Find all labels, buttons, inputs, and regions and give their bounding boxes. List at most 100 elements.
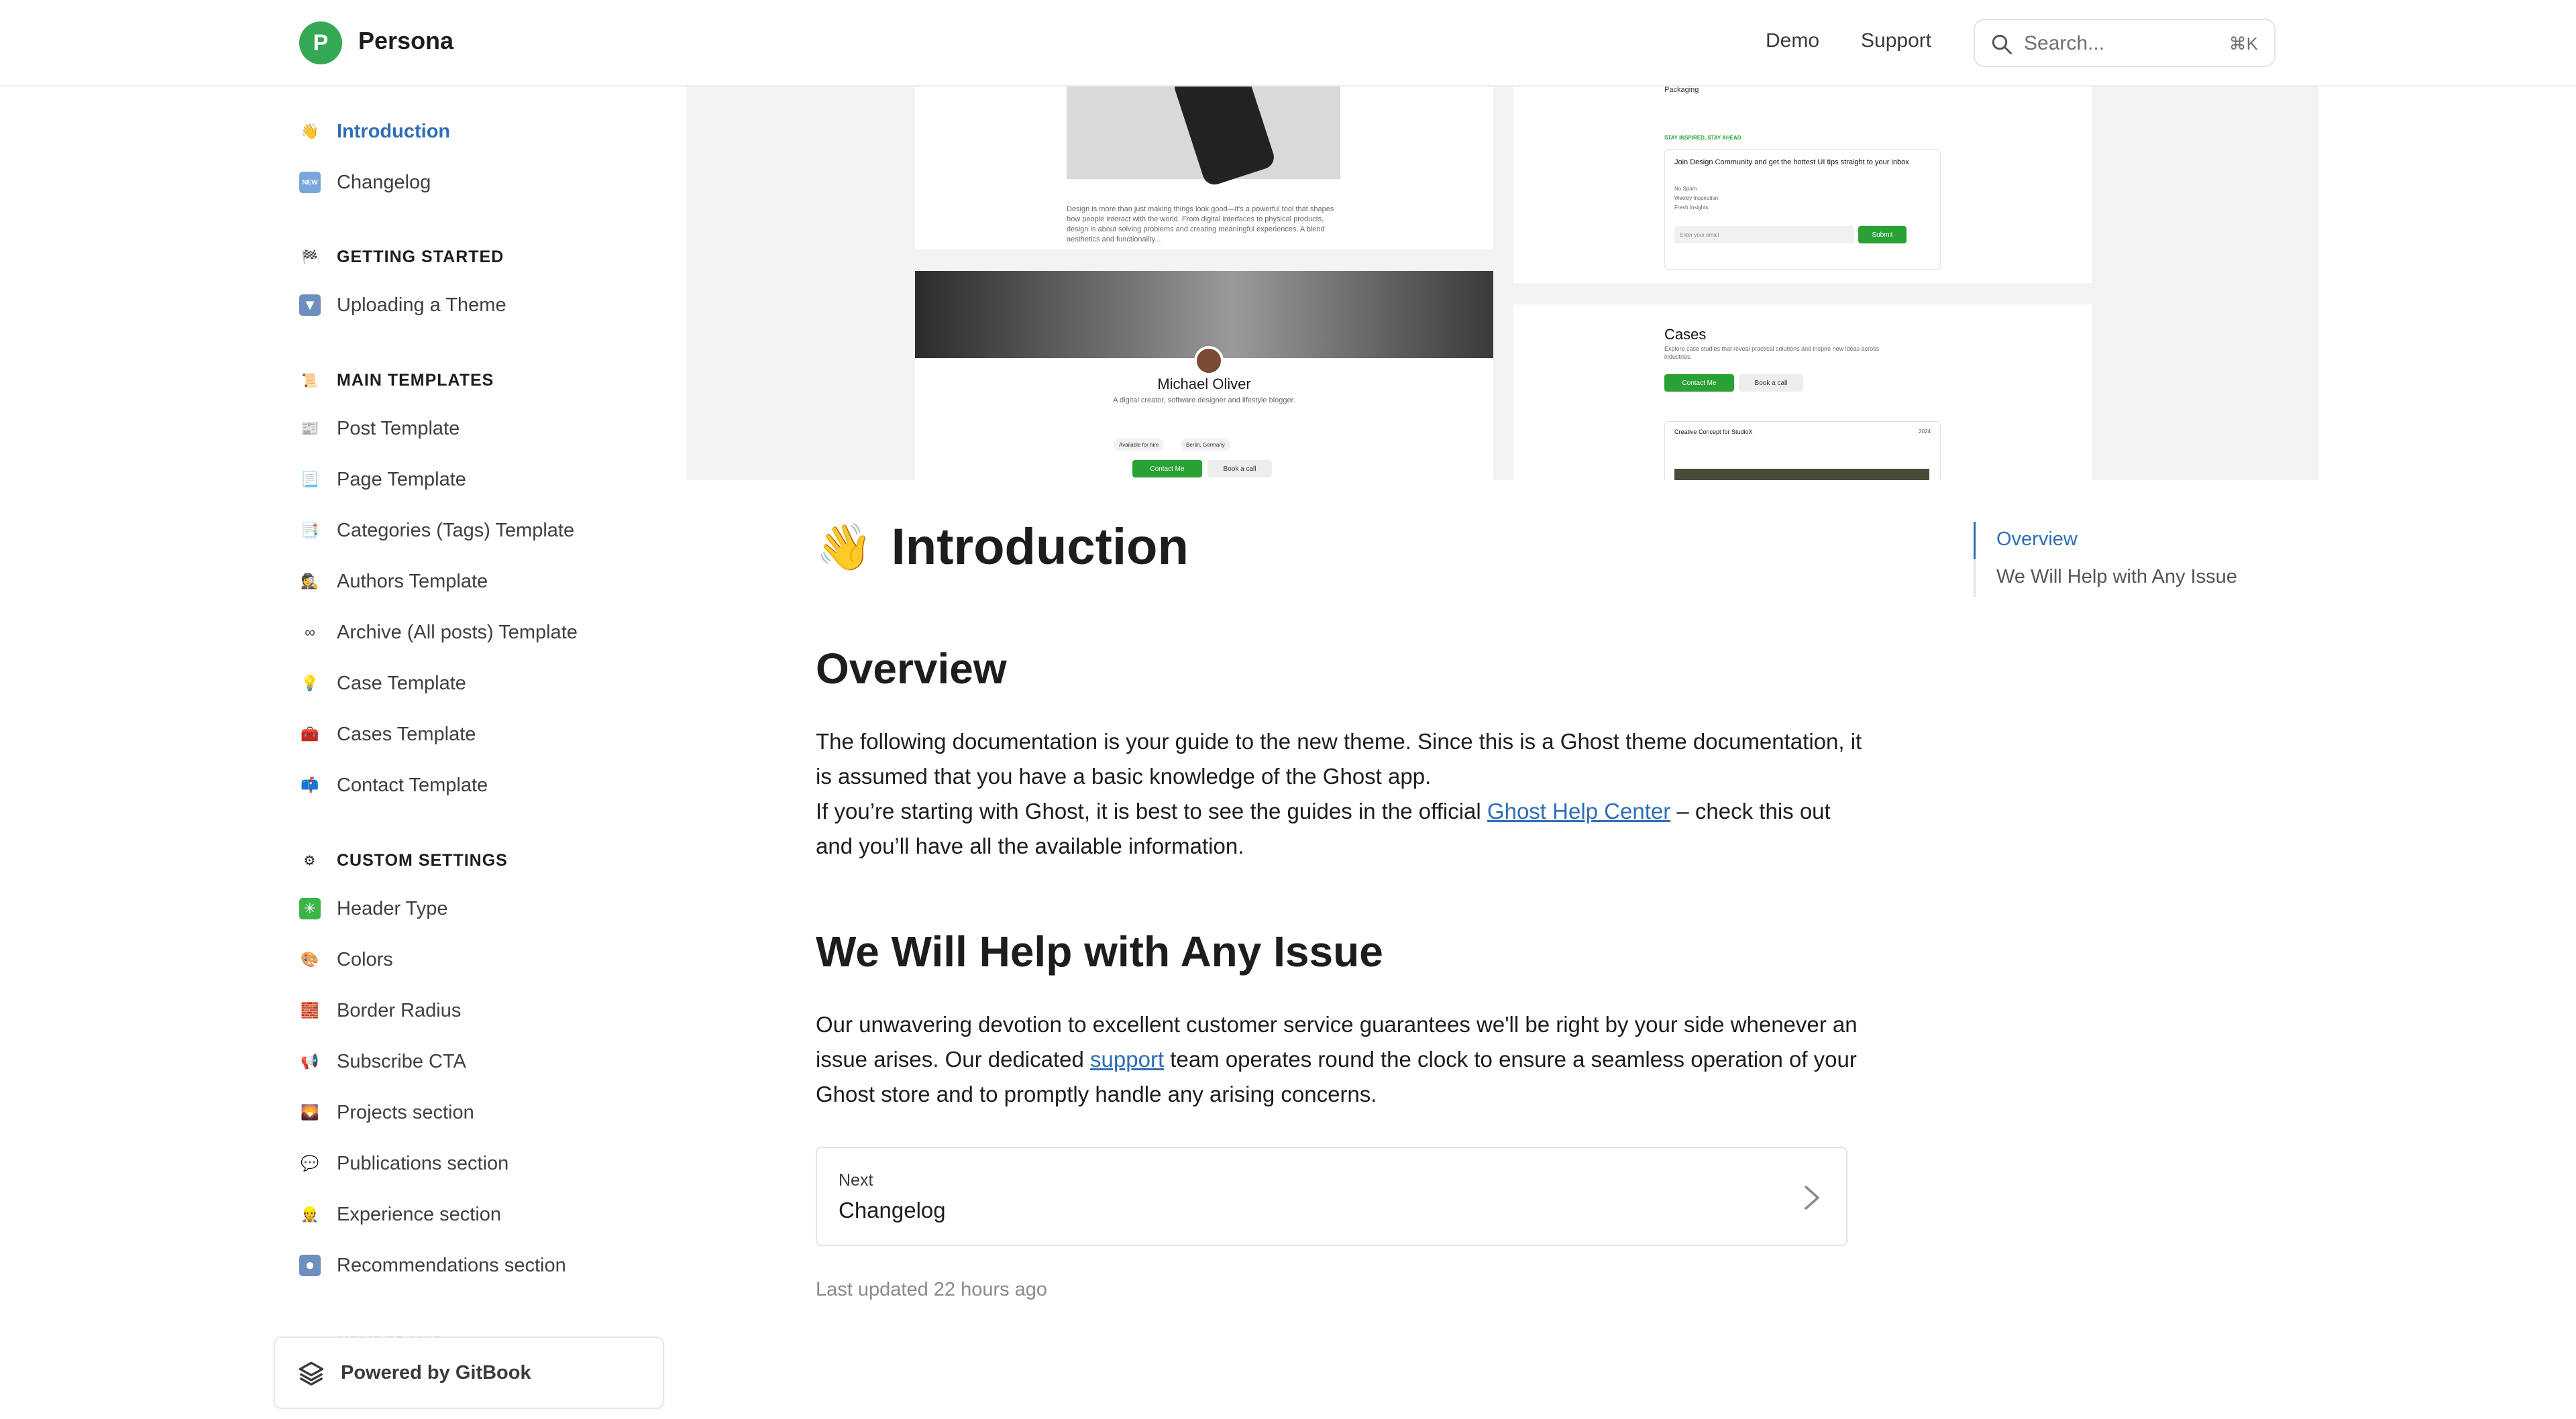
search-placeholder: Search... bbox=[2024, 32, 2105, 54]
sidebar-item-archive-template[interactable]: ∞ Archive (All posts) Template bbox=[299, 615, 578, 650]
section-heading-custom-settings: ⚙ CUSTOM SETTINGS bbox=[299, 847, 508, 874]
preview-profile-bio: A digital creator, software designer and… bbox=[1113, 396, 1295, 404]
preview-bullet: No Spam bbox=[1674, 186, 1697, 192]
sidebar-item-label: Changelog bbox=[337, 171, 431, 193]
download-arrow-icon: ▼ bbox=[299, 294, 321, 316]
sidebar-item-introduction[interactable]: 👋 Introduction bbox=[299, 114, 450, 149]
preview-case-item-title: Creative Concept for StudioX bbox=[1674, 429, 1753, 435]
preview-newsletter-box: Join Design Community and get the hottes… bbox=[1664, 149, 1941, 270]
mailbox-icon: 📫 bbox=[301, 777, 319, 793]
preview-cases-title: Cases bbox=[1664, 326, 1707, 343]
preview-cases-card: Cases Explore case studies that reveal p… bbox=[1513, 304, 2092, 480]
sidebar-item-case-template[interactable]: 💡 Case Template bbox=[299, 666, 466, 701]
sidebar-item-page-template[interactable]: 📃 Page Template bbox=[299, 462, 466, 497]
preview-bullet: Fresh Insights bbox=[1674, 205, 1709, 211]
nav-support-link[interactable]: Support bbox=[1861, 30, 1931, 52]
preview-case-item-year: 2024 bbox=[1919, 429, 1931, 435]
cover-image: Design is more than just making things l… bbox=[687, 85, 2318, 480]
preview-case-image bbox=[1674, 469, 1929, 480]
page-icon: 📃 bbox=[301, 471, 319, 488]
bookmark-tabs-icon: 📑 bbox=[301, 522, 319, 538]
brand-name[interactable]: Persona bbox=[358, 27, 453, 55]
sidebar-item-colors[interactable]: 🎨 Colors bbox=[299, 942, 393, 977]
toc-item-overview[interactable]: Overview bbox=[1996, 528, 2078, 551]
search-icon bbox=[1992, 34, 2012, 54]
gear-icon: ⚙ bbox=[303, 853, 317, 868]
sidebar-item-projects-section[interactable]: 🌄 Projects section bbox=[299, 1095, 474, 1130]
sidebar-item-recommendations-section[interactable]: ⏺ Recommendations section bbox=[299, 1248, 566, 1283]
newspaper-icon: 📰 bbox=[301, 420, 319, 437]
preview-submit-button: Submit bbox=[1858, 226, 1907, 243]
preview-blog-text: Design is more than just making things l… bbox=[1067, 205, 1334, 243]
preview-chip: Available for hire bbox=[1114, 439, 1165, 451]
sidebar-item-header-type[interactable]: ✳ Header Type bbox=[299, 891, 448, 926]
toc-track bbox=[1974, 522, 1976, 597]
sidebar-item-label: Border Radius bbox=[337, 999, 462, 1021]
sidebar-item-label: Page Template bbox=[337, 468, 466, 490]
preview-case-item: Creative Concept for StudioX 2024 bbox=[1664, 421, 1941, 480]
sidebar-item-label: Experience section bbox=[337, 1203, 502, 1225]
preview-contact-button: Contact Me bbox=[1664, 374, 1734, 392]
light-bulb-icon: 💡 bbox=[301, 675, 319, 691]
search-box[interactable]: Search... ⌘K bbox=[1974, 19, 2275, 67]
sidebar-item-categories-template[interactable]: 📑 Categories (Tags) Template bbox=[299, 513, 574, 548]
sidebar-item-cases-template[interactable]: 🧰 Cases Template bbox=[299, 717, 476, 752]
section-heading-label: GETTING STARTED bbox=[337, 247, 504, 266]
support-link[interactable]: support bbox=[1090, 1047, 1164, 1072]
phone-image bbox=[1067, 85, 1340, 188]
sidebar-item-uploading-theme[interactable]: ▼ Uploading a Theme bbox=[299, 288, 506, 323]
sidebar: 👋 Introduction NEW Changelog 🏁 GETTING S… bbox=[0, 85, 671, 1419]
sidebar-item-label: Uploading a Theme bbox=[337, 294, 506, 316]
picture-icon: 🌄 bbox=[301, 1104, 319, 1121]
infinity-icon: ∞ bbox=[305, 624, 315, 640]
sidebar-item-contact-template[interactable]: 📫 Contact Template bbox=[299, 768, 488, 803]
preview-newsletter-card: Packaging STAY INSPIRED, STAY AHEAD Join… bbox=[1513, 85, 2092, 283]
sidebar-item-authors-template[interactable]: 🕵 Authors Template bbox=[299, 564, 488, 599]
portrait-image bbox=[915, 271, 1493, 358]
sidebar-item-label: Projects section bbox=[337, 1101, 474, 1123]
preview-newsletter-title: Join Design Community and get the hottes… bbox=[1674, 158, 1909, 166]
sidebar-item-label: Cases Template bbox=[337, 723, 476, 745]
page-title: 👋 Introduction bbox=[816, 518, 1189, 576]
sidebar-item-border-radius[interactable]: 🧱 Border Radius bbox=[299, 993, 461, 1028]
scroll-icon: 📜 bbox=[301, 373, 319, 388]
sidebar-item-experience-section[interactable]: 👷 Experience section bbox=[299, 1197, 501, 1232]
sidebar-item-label: Introduction bbox=[337, 120, 451, 142]
section-heading-main-templates: 📜 MAIN TEMPLATES bbox=[299, 367, 494, 394]
help-paragraph: Our unwavering devotion to excellent cus… bbox=[816, 1007, 1862, 1112]
overview-text: If you’re starting with Ghost, it is bes… bbox=[816, 799, 1487, 824]
new-badge-icon: NEW bbox=[299, 172, 321, 193]
sidebar-item-label: Case Template bbox=[337, 672, 466, 694]
sidebar-item-changelog[interactable]: NEW Changelog bbox=[299, 165, 431, 200]
preview-chip: Berlin, Germany bbox=[1181, 439, 1230, 451]
preview-profile-name: Michael Oliver bbox=[1157, 376, 1251, 392]
avatar bbox=[1194, 346, 1224, 376]
sidebar-item-label: Colors bbox=[337, 948, 393, 970]
search-shortcut: ⌘K bbox=[2229, 34, 2258, 54]
preview-book-button: Book a call bbox=[1208, 460, 1272, 477]
ghost-help-center-link[interactable]: Ghost Help Center bbox=[1487, 799, 1670, 824]
overview-paragraph: The following documentation is your guid… bbox=[816, 724, 1862, 864]
preview-cases-sub: Explore case studies that reveal practic… bbox=[1664, 345, 1880, 360]
nav-demo-link[interactable]: Demo bbox=[1766, 30, 1819, 52]
sidebar-item-publications-section[interactable]: 💬 Publications section bbox=[299, 1146, 508, 1181]
preview-packaging-label: Packaging bbox=[1664, 86, 1699, 94]
toc-active-indicator bbox=[1974, 522, 1976, 559]
preview-newsletter-heading: STAY INSPIRED, STAY AHEAD bbox=[1664, 135, 1741, 141]
top-header: P Persona Demo Support Search... ⌘K bbox=[0, 0, 2576, 87]
sidebar-item-label: Authors Template bbox=[337, 570, 488, 592]
next-page-link[interactable]: Next Changelog bbox=[816, 1147, 1847, 1246]
sidebar-item-subscribe-cta[interactable]: 📢 Subscribe CTA bbox=[299, 1044, 466, 1079]
sidebar-item-label: Header Type bbox=[337, 897, 448, 919]
waving-hand-icon: 👋 bbox=[301, 123, 319, 139]
section-heading-label: CUSTOM SETTINGS bbox=[337, 850, 508, 870]
gitbook-icon bbox=[299, 1361, 324, 1386]
worker-icon: 👷 bbox=[301, 1206, 319, 1223]
palette-icon: 🎨 bbox=[301, 951, 319, 968]
sidebar-item-post-template[interactable]: 📰 Post Template bbox=[299, 411, 460, 446]
speech-bubble-icon: 💬 bbox=[301, 1155, 319, 1172]
logo-icon[interactable]: P bbox=[299, 21, 342, 64]
toc-item-we-will-help[interactable]: We Will Help with Any Issue bbox=[1996, 566, 2237, 588]
powered-by-gitbook[interactable]: Powered by GitBook bbox=[274, 1337, 664, 1409]
last-updated: Last updated 22 hours ago bbox=[816, 1279, 1048, 1300]
